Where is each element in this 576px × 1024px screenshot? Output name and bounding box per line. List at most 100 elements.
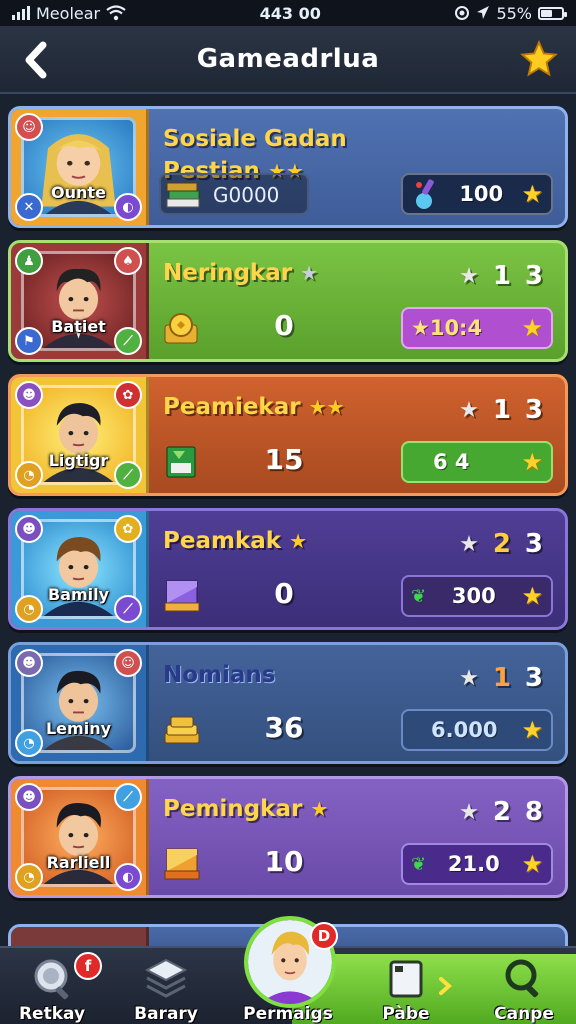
alert-icon: ⟋ xyxy=(114,783,142,811)
page-icon xyxy=(389,960,423,998)
tier-star-icon: ★ xyxy=(459,665,479,691)
resource-box: G0000 xyxy=(159,173,309,215)
item-info: Peamkak ★ ★ 2 3 0 ❦ 300 ★ xyxy=(149,511,565,627)
notification-badge: D xyxy=(310,922,338,950)
rank-right: 3 xyxy=(524,261,543,291)
search-magnifier-icon xyxy=(34,959,69,1000)
resource-value: G0000 xyxy=(213,183,280,207)
element-icon: ◐ xyxy=(114,863,142,891)
class-icon: ◔ xyxy=(15,595,43,623)
tier-star-icon: ★ xyxy=(459,263,479,289)
rank-right: 3 xyxy=(524,395,543,425)
leaf-icon: ❦ xyxy=(411,853,427,875)
score-box[interactable]: ❦ 300 ★ xyxy=(401,575,553,617)
tier-star-icon: ★ xyxy=(459,799,479,825)
status-icon: ☺ xyxy=(15,113,43,141)
class-icon: ◔ xyxy=(15,461,43,489)
alert-icon: ☺ xyxy=(114,649,142,677)
score-value: 21.0 xyxy=(447,852,500,876)
star-icon: ★ xyxy=(521,850,543,878)
star-icon: ★ xyxy=(521,716,543,744)
alarm-icon xyxy=(455,6,470,20)
score-value: 6.000 xyxy=(431,718,498,742)
item-info: Peamiekar ★★ ★ 1 3 15 6 4 ★ xyxy=(149,377,565,493)
card-pack-icon xyxy=(166,446,196,478)
rating-stars: ★ xyxy=(300,261,319,285)
battery-percent: 55% xyxy=(496,3,532,23)
item-name: Nomians xyxy=(163,662,276,688)
score-value: 6 4 xyxy=(433,450,470,474)
gold-stack-icon xyxy=(164,716,200,744)
alert-icon: ✿ xyxy=(114,381,142,409)
score-box[interactable]: 6.000 ★ xyxy=(401,709,553,751)
score-box[interactable]: ★10:4 ★ xyxy=(401,307,553,349)
rating-stars: ★★ xyxy=(308,395,345,419)
status-icon: ♟ xyxy=(15,247,43,275)
score-box[interactable]: 6 4 ★ xyxy=(401,441,553,483)
clock: 443 00 xyxy=(259,3,321,23)
character-portrait[interactable]: Rarliell ☻ ⟋ ◔ ◐ xyxy=(11,779,149,895)
nav-item-canpe[interactable]: Canpe xyxy=(474,948,574,1024)
status-icon: ☻ xyxy=(15,649,43,677)
alert-icon: ✿ xyxy=(114,515,142,543)
stack-icon xyxy=(144,958,188,998)
list-item[interactable]: Leminy ☻ ☺ ◔ Nomians ★ 1 3 36 6.000 ★ xyxy=(8,642,568,764)
element-icon: ⟋ xyxy=(114,327,142,355)
book-stack-icon xyxy=(166,182,200,208)
resource-value: 0 xyxy=(274,309,294,342)
back-button[interactable] xyxy=(14,38,58,82)
element-icon: ◐ xyxy=(114,193,142,221)
item-info: Nomians ★ 1 3 36 6.000 ★ xyxy=(149,645,565,761)
class-icon: ◔ xyxy=(15,863,43,891)
rank-left: 1 xyxy=(492,663,511,693)
status-icon: ☻ xyxy=(15,515,43,543)
rank-right: 3 xyxy=(524,529,543,559)
resource-value: 10 xyxy=(264,845,304,878)
location-icon xyxy=(477,6,490,19)
character-portrait[interactable]: Bamily ☻ ✿ ◔ ⟋ xyxy=(11,511,149,627)
score-box[interactable]: ❦ 21.0 ★ xyxy=(401,843,553,885)
status-bar: Meolear 443 00 55% xyxy=(0,0,576,26)
rank-display: ★ 1 3 xyxy=(459,395,543,425)
item-name: Pemingkar ★ xyxy=(163,796,329,822)
list-item[interactable]: Bamily ☻ ✿ ◔ ⟋ Peamkak ★ ★ 2 3 0 ❦ 300 ★ xyxy=(8,508,568,630)
rating-stars: ★ xyxy=(310,797,329,821)
character-portrait[interactable]: Batiet ♟ ♠ ⚑ ⟋ xyxy=(11,243,149,359)
orange-book-icon xyxy=(164,848,200,880)
element-icon: ⟋ xyxy=(114,461,142,489)
rank-display: ★ 2 3 xyxy=(459,529,543,559)
element-icon: ⟋ xyxy=(114,595,142,623)
resource-value: 36 xyxy=(264,711,304,744)
score-value: ★10:4 xyxy=(411,316,483,340)
nav-item-barary[interactable]: Barary xyxy=(116,948,216,1024)
rank-left: 1 xyxy=(492,395,511,425)
rank-display: ★ 1 3 xyxy=(459,261,543,291)
star-icon: ★ xyxy=(521,582,543,610)
character-portrait[interactable]: Leminy ☻ ☺ ◔ xyxy=(11,645,149,761)
favorite-button[interactable] xyxy=(518,38,560,80)
rank-display: ★ 1 3 xyxy=(459,663,543,693)
status-icon: ☻ xyxy=(15,381,43,409)
purple-book-icon xyxy=(164,580,200,612)
resource-value: 0 xyxy=(274,577,294,610)
list-item[interactable]: Ounte ☺ ✕ ◐ Sosiale Gadan Pestian ★★ G00… xyxy=(8,106,568,228)
list-item[interactable]: Ligtigr ☻ ✿ ◔ ⟋ Peamiekar ★★ ★ 1 3 15 6 … xyxy=(8,374,568,496)
leaf-icon: ❦ xyxy=(411,585,427,607)
character-portrait[interactable]: Ounte ☺ ✕ ◐ xyxy=(11,109,149,225)
carrier-label: Meolear xyxy=(36,3,101,23)
character-portrait[interactable] xyxy=(11,927,149,946)
tier-star-icon: ★ xyxy=(459,531,479,557)
class-icon: ⚑ xyxy=(15,327,43,355)
wifi-icon xyxy=(106,5,126,21)
battery-icon xyxy=(538,6,567,20)
chevron-left-icon xyxy=(25,41,47,79)
list-item[interactable]: Rarliell ☻ ⟋ ◔ ◐ Pemingkar ★ ★ 2 8 10 ❦ … xyxy=(8,776,568,898)
score-box[interactable]: 100 ★ xyxy=(401,173,553,215)
star-icon: ★ xyxy=(521,448,543,476)
list-item[interactable]: Batiet ♟ ♠ ⚑ ⟋ Neringkar ★ ★ 1 3 0 ★10:4… xyxy=(8,240,568,362)
search-icon xyxy=(505,959,539,998)
character-portrait[interactable]: Ligtigr ☻ ✿ ◔ ⟋ xyxy=(11,377,149,493)
signal-icon xyxy=(12,6,30,20)
item-info: Sosiale Gadan Pestian ★★ G0000 100 ★ xyxy=(149,109,565,225)
character-list[interactable]: Ounte ☺ ✕ ◐ Sosiale Gadan Pestian ★★ G00… xyxy=(0,94,576,946)
